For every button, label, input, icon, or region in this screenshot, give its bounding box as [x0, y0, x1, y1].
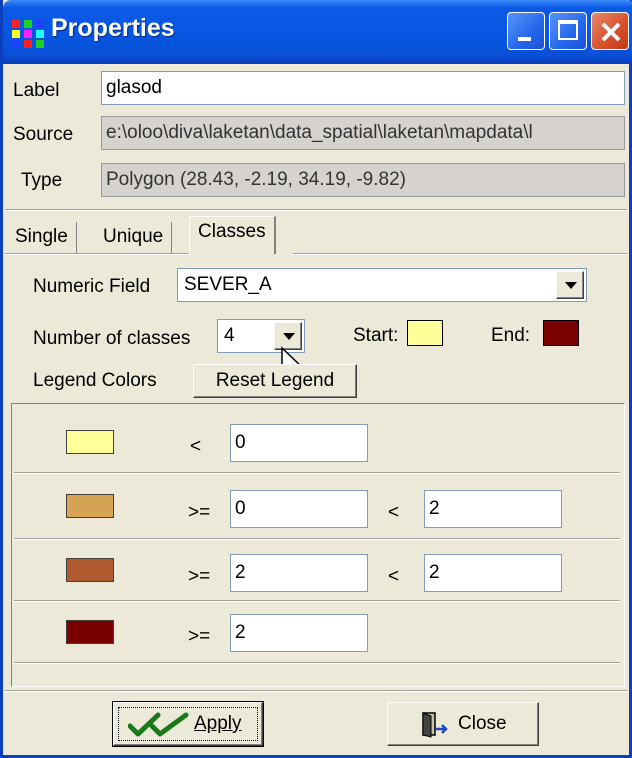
label-input[interactable]: glasod [101, 71, 625, 105]
double-check-icon [128, 712, 189, 737]
legend-max-input[interactable]: 2 [424, 490, 562, 528]
type-field: Polygon (28.43, -2.19, 34.19, -9.82) [101, 163, 625, 197]
row-divider [14, 472, 620, 474]
tab-single[interactable]: Single [7, 222, 77, 254]
tab-unique[interactable]: Unique [95, 222, 173, 254]
source-caption: Source [13, 124, 74, 145]
end-caption: End: [491, 325, 531, 346]
legend-operator: >= [188, 502, 211, 523]
legend-operator: < [388, 566, 400, 587]
tab-baseline-right [293, 253, 627, 255]
row-divider [14, 538, 620, 540]
chevron-down-icon [565, 282, 577, 289]
legend-operator: >= [188, 566, 211, 587]
footer-divider [5, 690, 627, 692]
minimize-button[interactable] [507, 12, 545, 50]
row-divider [14, 662, 620, 664]
maximize-icon [558, 20, 578, 40]
legend-swatch[interactable] [66, 558, 114, 582]
title-bar[interactable]: Properties [3, 0, 632, 64]
close-button[interactable]: Close [387, 702, 539, 746]
tab-classes[interactable]: Classes [189, 216, 276, 254]
close-window-button[interactable] [591, 12, 629, 50]
tab-baseline [5, 253, 189, 255]
divider [5, 209, 627, 211]
row-divider [14, 600, 620, 602]
legend-colors-caption: Legend Colors [33, 370, 157, 391]
legend-value-input[interactable]: 0 [230, 424, 368, 462]
legend-value-input[interactable]: 2 [230, 614, 368, 652]
legend-max-input[interactable]: 2 [424, 554, 562, 592]
apply-button[interactable]: Apply [112, 701, 264, 747]
legend-operator: < [388, 502, 400, 523]
reset-legend-label: Reset Legend [215, 370, 335, 391]
reset-legend-button[interactable]: Reset Legend [193, 364, 357, 398]
window-title: Properties [51, 14, 175, 42]
end-color-swatch[interactable] [543, 320, 579, 346]
legend-swatch[interactable] [66, 494, 114, 518]
start-color-swatch[interactable] [407, 320, 443, 346]
numeric-field-dropdown-button[interactable] [556, 271, 584, 299]
close-label: Close [458, 713, 507, 734]
maximize-button[interactable] [549, 12, 587, 50]
num-classes-value: 4 [224, 325, 235, 346]
num-classes-caption: Number of classes [33, 328, 191, 349]
label-caption: Label [13, 80, 60, 101]
numeric-field-value: SEVER_A [184, 274, 272, 295]
source-field: e:\oloo\diva\laketan\data_spatial\laketa… [101, 116, 625, 150]
type-caption: Type [21, 170, 63, 191]
apply-label: Apply [194, 713, 242, 734]
close-icon [601, 22, 621, 42]
chevron-down-icon [283, 333, 295, 340]
legend-table: < 0 >= 0 < 2 >= 2 < 2 >= 2 [11, 403, 625, 687]
app-grid-icon [12, 20, 44, 48]
numeric-field-select[interactable]: SEVER_A [177, 268, 587, 302]
start-caption: Start: [353, 325, 399, 346]
numeric-field-caption: Numeric Field [33, 276, 151, 297]
legend-swatch[interactable] [66, 620, 114, 644]
legend-operator: >= [188, 626, 211, 647]
legend-operator: < [190, 436, 202, 457]
legend-min-input[interactable]: 2 [230, 554, 368, 592]
legend-min-input[interactable]: 0 [230, 490, 368, 528]
properties-window: Properties Label glasod Source e:\oloo\d… [0, 0, 632, 758]
minimize-icon [518, 37, 531, 41]
legend-swatch[interactable] [66, 430, 114, 454]
exit-door-icon [422, 712, 448, 738]
